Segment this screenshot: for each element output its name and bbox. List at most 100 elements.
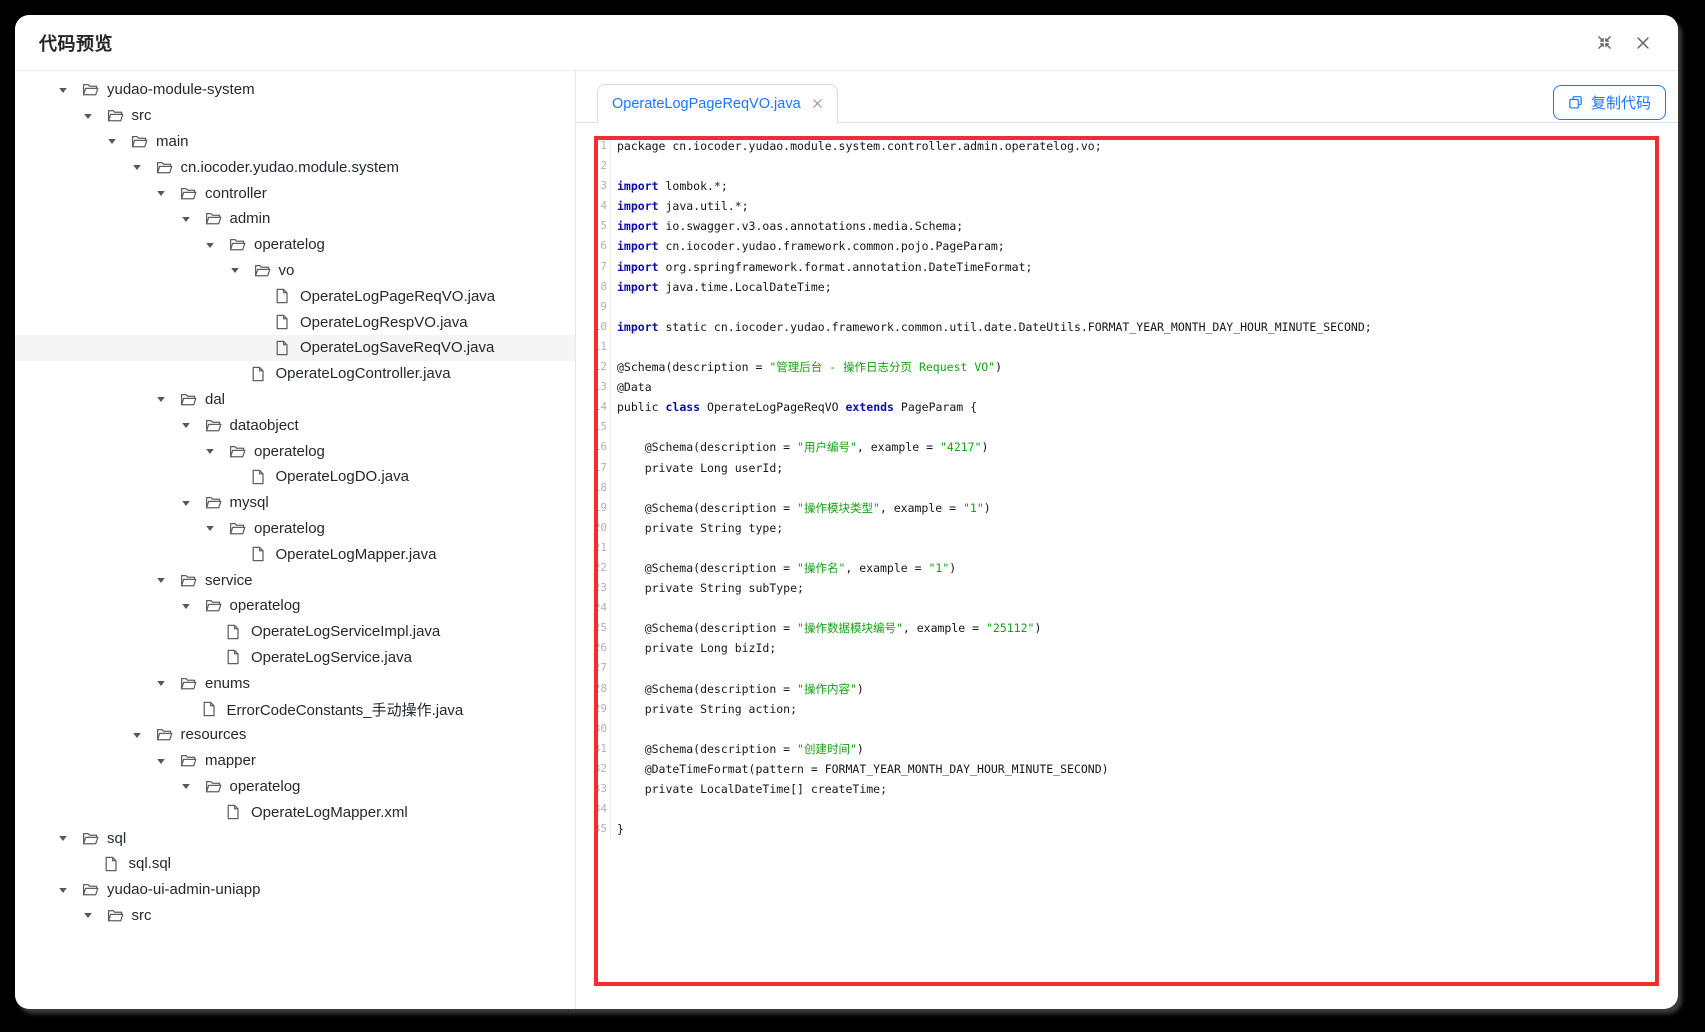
- tree-item[interactable]: yudao-ui-admin-uniapp: [15, 877, 575, 903]
- code-line: 33 private LocalDateTime[] createTime;: [576, 779, 1678, 799]
- tree-item[interactable]: mysql: [15, 490, 575, 516]
- file-icon: [202, 701, 219, 717]
- line-number: 30: [576, 719, 611, 739]
- code-line-text: private String subType;: [611, 578, 804, 598]
- tree-item[interactable]: OperateLogSaveReqVO.java: [15, 335, 575, 361]
- tree-item-label: resources: [181, 726, 247, 743]
- caret-down-icon[interactable]: [202, 240, 229, 250]
- tab-close-icon[interactable]: [812, 98, 823, 109]
- tree-item[interactable]: OperateLogRespVO.java: [15, 309, 575, 335]
- keyword-token: extends: [846, 400, 894, 414]
- folder-icon: [205, 779, 222, 794]
- tree-item[interactable]: OperateLogPageReqVO.java: [15, 283, 575, 309]
- caret-down-icon[interactable]: [227, 265, 254, 275]
- caret-down-icon[interactable]: [55, 833, 82, 843]
- tree-item[interactable]: operatelog: [15, 774, 575, 800]
- tree-item[interactable]: operatelog: [15, 516, 575, 542]
- caret-down-icon[interactable]: [202, 446, 229, 456]
- file-icon: [275, 340, 292, 356]
- tree-item[interactable]: service: [15, 567, 575, 593]
- tree-item[interactable]: src: [15, 103, 575, 129]
- code-line: 10import static cn.iocoder.yudao.framewo…: [576, 317, 1678, 337]
- caret-down-icon[interactable]: [178, 420, 205, 430]
- tree-item[interactable]: mapper: [15, 748, 575, 774]
- tree-item[interactable]: operatelog: [15, 593, 575, 619]
- code-line: 3import lombok.*;: [576, 176, 1678, 196]
- tree-item[interactable]: cn.iocoder.yudao.module.system: [15, 154, 575, 180]
- caret-down-icon[interactable]: [80, 111, 107, 121]
- caret-down-icon[interactable]: [104, 136, 131, 146]
- tab-operatelogpagereqvo[interactable]: OperateLogPageReqVO.java: [597, 84, 838, 123]
- keyword-token: import: [617, 179, 659, 193]
- code-line-text: }: [611, 819, 624, 839]
- tree-item[interactable]: sql.sql: [15, 851, 575, 877]
- line-number: 19: [576, 498, 611, 518]
- tree-item[interactable]: enums: [15, 670, 575, 696]
- tree-item[interactable]: main: [15, 129, 575, 155]
- caret-down-icon[interactable]: [129, 162, 156, 172]
- tree-item[interactable]: OperateLogMapper.java: [15, 541, 575, 567]
- keyword-token: import: [617, 199, 659, 213]
- code-line-text: import io.swagger.v3.oas.annotations.med…: [611, 216, 963, 236]
- caret-down-icon[interactable]: [178, 498, 205, 508]
- line-number: 7: [576, 257, 611, 277]
- file-icon: [275, 288, 292, 304]
- tree-item-label: mysql: [230, 494, 269, 511]
- caret-down-icon[interactable]: [153, 188, 180, 198]
- caret-down-icon[interactable]: [178, 601, 205, 611]
- tree-item[interactable]: OperateLogServiceImpl.java: [15, 619, 575, 645]
- copy-code-button[interactable]: 复制代码: [1553, 85, 1666, 120]
- code-line: 2: [576, 156, 1678, 176]
- tree-item[interactable]: OperateLogController.java: [15, 361, 575, 387]
- code-line: 15: [576, 417, 1678, 437]
- tree-item[interactable]: OperateLogService.java: [15, 645, 575, 671]
- file-icon: [104, 856, 121, 872]
- tree-item[interactable]: vo: [15, 258, 575, 284]
- dialog-body: yudao-module-systemsrcmaincn.iocoder.yud…: [15, 71, 1678, 1009]
- caret-down-icon[interactable]: [153, 756, 180, 766]
- code-line-text: public class OperateLogPageReqVO extends…: [611, 397, 977, 417]
- tree-item[interactable]: yudao-module-system: [15, 77, 575, 103]
- folder-icon: [254, 263, 271, 278]
- tree-item-label: yudao-module-system: [107, 81, 255, 98]
- line-number: 9: [576, 297, 611, 317]
- tree-item[interactable]: dataobject: [15, 412, 575, 438]
- string-token: "管理后台 - 操作日志分页 Request VO": [769, 360, 995, 374]
- caret-down-icon[interactable]: [153, 575, 180, 585]
- tree-item[interactable]: OperateLogMapper.xml: [15, 799, 575, 825]
- file-icon: [275, 314, 292, 330]
- caret-down-icon[interactable]: [55, 885, 82, 895]
- caret-down-icon[interactable]: [153, 678, 180, 688]
- string-token: "用户编号": [797, 440, 857, 454]
- caret-down-icon[interactable]: [178, 214, 205, 224]
- tree-item[interactable]: src: [15, 903, 575, 929]
- line-number: 31: [576, 739, 611, 759]
- tree-item[interactable]: OperateLogDO.java: [15, 464, 575, 490]
- tree-item[interactable]: admin: [15, 206, 575, 232]
- code-token: ): [995, 360, 1002, 374]
- code-line-text: import org.springframework.format.annota…: [611, 257, 1032, 277]
- tree-item[interactable]: sql: [15, 825, 575, 851]
- caret-down-icon[interactable]: [80, 910, 107, 920]
- caret-down-icon[interactable]: [153, 394, 180, 404]
- keyword-token: import: [617, 239, 659, 253]
- keyword-token: import: [617, 320, 659, 334]
- compress-icon[interactable]: [1591, 30, 1617, 56]
- tree-item[interactable]: operatelog: [15, 232, 575, 258]
- code-line: 24: [576, 598, 1678, 618]
- caret-down-icon[interactable]: [129, 730, 156, 740]
- folder-icon: [205, 211, 222, 226]
- close-icon[interactable]: [1630, 30, 1656, 56]
- tree-item[interactable]: ErrorCodeConstants_手动操作.java: [15, 696, 575, 722]
- folder-icon: [82, 882, 99, 897]
- tree-item[interactable]: resources: [15, 722, 575, 748]
- line-number: 22: [576, 558, 611, 578]
- tree-item[interactable]: dal: [15, 387, 575, 413]
- caret-down-icon[interactable]: [178, 781, 205, 791]
- caret-down-icon[interactable]: [55, 85, 82, 95]
- code-token: private String type;: [617, 521, 783, 535]
- caret-down-icon[interactable]: [202, 523, 229, 533]
- code-line-text: @Schema(description = "操作模块类型", example …: [611, 498, 991, 518]
- tree-item[interactable]: operatelog: [15, 438, 575, 464]
- tree-item[interactable]: controller: [15, 180, 575, 206]
